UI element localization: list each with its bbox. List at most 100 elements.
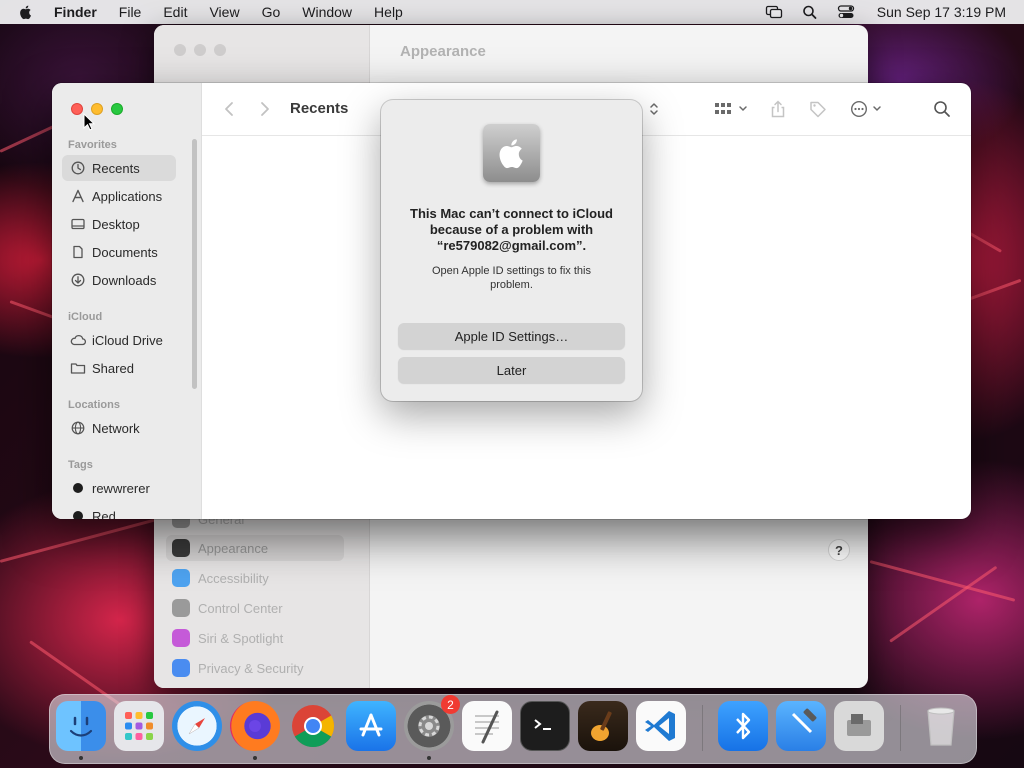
dock-trash[interactable] — [916, 701, 966, 751]
tag-color-dot — [73, 511, 83, 519]
trash-icon — [927, 707, 955, 746]
settings-minimize-button[interactable] — [194, 44, 206, 56]
sidebar-scrollbar[interactable] — [192, 139, 197, 389]
sidebar-item-recents[interactable]: Recents — [62, 155, 176, 181]
dock-xcode[interactable] — [776, 701, 826, 751]
dock-vscode[interactable] — [636, 701, 686, 751]
dock-app-store[interactable] — [346, 701, 396, 751]
settings-window-controls — [174, 44, 226, 56]
sidebar-item-label: Network — [92, 420, 140, 436]
dock-system-settings[interactable]: 2 — [404, 695, 460, 751]
more-actions-icon[interactable] — [848, 99, 888, 119]
close-button[interactable] — [71, 103, 83, 115]
dock-firefox[interactable] — [230, 701, 280, 751]
dock-separator — [900, 705, 901, 751]
settings-item-control-center[interactable]: Control Center — [166, 595, 344, 621]
dock-bluetooth[interactable] — [718, 701, 768, 751]
alert-message: Open Apple ID settings to fix this probl… — [432, 265, 591, 291]
boot-camp-icon — [847, 714, 871, 736]
dock-boot-camp-assistant[interactable] — [834, 701, 884, 751]
settings-item-label: Siri & Spotlight — [198, 630, 284, 646]
alert-heading: This Mac can’t connect to iCloud because… — [410, 206, 613, 253]
sidebar-item-network[interactable]: Network — [62, 415, 176, 441]
app-store-icon — [359, 713, 383, 737]
dock-finder[interactable] — [56, 701, 106, 751]
clock-icon — [70, 160, 86, 176]
sidebar-section-locations: Locations — [68, 399, 120, 411]
menu-window[interactable]: Window — [302, 4, 352, 20]
control-center-icon[interactable] — [837, 4, 855, 20]
finder-sidebar: Favorites Recents Applications Desktop D… — [52, 83, 202, 519]
screen-mirroring-icon[interactable] — [765, 4, 783, 20]
menu-view[interactable]: View — [209, 4, 239, 20]
sidebar-item-label: rewwrerer — [92, 480, 150, 496]
sidebar-item-shared[interactable]: Shared — [62, 355, 176, 381]
sidebar-item-icloud-drive[interactable]: iCloud Drive — [62, 327, 176, 353]
download-icon — [70, 272, 86, 288]
share-icon[interactable] — [768, 99, 788, 119]
sidebar-section-tags: Tags — [68, 459, 93, 471]
dock-garageband[interactable] — [578, 701, 628, 751]
dock: 2 — [49, 694, 977, 764]
menu-edit[interactable]: Edit — [163, 4, 187, 20]
search-icon[interactable] — [801, 4, 819, 20]
group-sort-chevron-icon[interactable] — [644, 99, 664, 119]
dock-launchpad[interactable] — [114, 701, 164, 751]
finder-window-title: Recents — [290, 100, 349, 117]
finder-window-controls — [71, 103, 123, 115]
mouse-pointer-icon — [83, 113, 95, 131]
settings-close-button[interactable] — [174, 44, 186, 56]
sidebar-section-icloud: iCloud — [68, 311, 103, 323]
menu-go[interactable]: Go — [262, 4, 281, 20]
forward-chevron-icon[interactable] — [255, 99, 275, 119]
sidebar-item-documents[interactable]: Documents — [62, 239, 176, 265]
settings-zoom-button[interactable] — [214, 44, 226, 56]
menu-help[interactable]: Help — [374, 4, 403, 20]
dock-safari[interactable] — [172, 701, 222, 751]
sidebar-item-label: Downloads — [92, 272, 157, 288]
desktop-icon — [70, 216, 86, 232]
control-center-icon — [172, 599, 190, 617]
settings-item-label: Appearance — [198, 540, 269, 556]
tag-icon[interactable] — [808, 99, 828, 119]
shared-folder-icon — [70, 360, 86, 376]
menu-bar-clock[interactable]: Sun Sep 17 3:19 PM — [877, 4, 1006, 20]
view-options-icon[interactable] — [712, 99, 752, 119]
dock-terminal[interactable] — [520, 701, 570, 751]
settings-item-appearance[interactable]: Appearance — [166, 535, 344, 561]
back-chevron-icon[interactable] — [219, 99, 239, 119]
dock-textedit[interactable] — [462, 701, 512, 751]
finder-face-icon — [69, 716, 93, 737]
notification-badge: 2 — [441, 695, 460, 714]
apple-id-settings-button[interactable]: Apple ID Settings… — [398, 323, 625, 349]
sidebar-item-label: Red — [92, 508, 116, 520]
hammer-icon — [791, 708, 817, 734]
menu-file[interactable]: File — [119, 4, 142, 20]
dock-chrome[interactable] — [288, 701, 338, 751]
sidebar-item-applications[interactable]: Applications — [62, 183, 176, 209]
settings-item-accessibility[interactable]: Accessibility — [166, 565, 344, 591]
firefox-icon — [249, 720, 261, 732]
menu-app-finder[interactable]: Finder — [54, 4, 97, 20]
running-indicator — [427, 756, 431, 760]
zoom-button[interactable] — [111, 103, 123, 115]
settings-item-siri-spotlight[interactable]: Siri & Spotlight — [166, 625, 344, 651]
sidebar-tag-rewwrerer[interactable]: rewwrerer — [62, 475, 176, 501]
gear-icon — [418, 715, 440, 737]
sidebar-item-desktop[interactable]: Desktop — [62, 211, 176, 237]
apple-id-icon — [483, 124, 540, 182]
cloud-icon — [70, 332, 86, 348]
sidebar-item-downloads[interactable]: Downloads — [62, 267, 176, 293]
sidebar-tag-red[interactable]: Red — [62, 503, 176, 519]
later-button[interactable]: Later — [398, 357, 625, 383]
settings-item-label: Privacy & Security — [198, 660, 304, 676]
settings-item-privacy-security[interactable]: Privacy & Security — [166, 655, 344, 681]
compass-icon — [188, 718, 205, 735]
sidebar-item-label: Documents — [92, 244, 158, 260]
apple-menu-icon[interactable] — [18, 4, 34, 20]
accessibility-icon — [172, 569, 190, 587]
help-button[interactable]: ? — [828, 539, 850, 561]
globe-icon — [70, 420, 86, 436]
document-icon — [70, 244, 86, 260]
search-icon[interactable] — [932, 99, 952, 119]
